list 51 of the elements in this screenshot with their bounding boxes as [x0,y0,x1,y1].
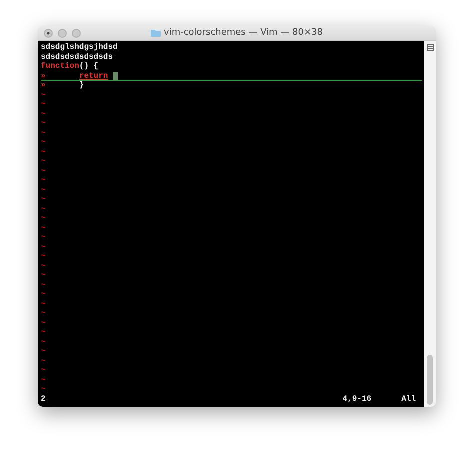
code-text: sdsdsdsdsdsdsds [41,52,114,62]
empty-line-marker: ~ [41,242,46,252]
empty-line-marker: ~ [41,128,46,138]
empty-line-marker: ~ [41,309,46,318]
zoom-button[interactable] [72,28,81,38]
cursor-position: 4,9-16 [342,395,372,406]
empty-line-marker: ~ [41,100,46,110]
empty-line-marker: ~ [41,290,46,300]
empty-line-marker: ~ [41,338,46,347]
code-text: } [79,81,84,90]
empty-line-marker: ~ [41,204,46,214]
empty-line-marker: ~ [41,252,46,262]
scrollbar[interactable] [424,41,436,407]
empty-line-marker: ~ [41,176,46,186]
empty-line-marker: ~ [41,195,46,204]
empty-line-marker: ~ [41,262,46,271]
empty-line-marker: ~ [41,166,46,176]
empty-line-marker: ~ [41,138,46,148]
empty-line-marker: ~ [41,157,46,166]
empty-line-marker: ~ [41,148,46,157]
list-icon [426,44,434,51]
empty-line-marker: ~ [41,224,46,233]
close-button[interactable] [44,28,53,38]
empty-line-marker: ~ [41,385,46,394]
empty-line-marker: ~ [41,300,46,309]
window-title: vim-colorschemes — Vim — 80×38 [164,28,323,38]
empty-line-marker: ~ [41,214,46,224]
empty-line-marker: ~ [41,110,46,119]
command-message: 2 [41,395,46,406]
empty-line-marker: ~ [41,280,46,290]
scroll-position: All [402,395,416,406]
empty-line-marker: ~ [41,366,46,376]
tab-marker: » [41,72,46,80]
empty-line-marker: ~ [41,347,46,356]
scrollbar-thumb[interactable] [427,355,433,405]
empty-line-marker: ~ [41,376,46,385]
empty-line-marker: ~ [41,271,46,280]
empty-line-marker: ~ [41,328,46,338]
folder-icon [151,29,161,37]
empty-line-marker: ~ [41,356,46,366]
code-text: sdsdglshdgsjhdsd [41,43,118,52]
tab-marker: » [41,81,46,90]
empty-line-marker: ~ [41,318,46,328]
minimize-button[interactable] [58,28,67,38]
empty-line-marker: ~ [41,119,46,128]
keyword-text: return [79,72,108,80]
code-text: () { [79,62,99,72]
empty-line-marker: ~ [41,186,46,195]
empty-line-marker: ~ [41,233,46,242]
empty-line-marker: ~ [41,90,46,100]
keyword-text: function [41,62,80,72]
